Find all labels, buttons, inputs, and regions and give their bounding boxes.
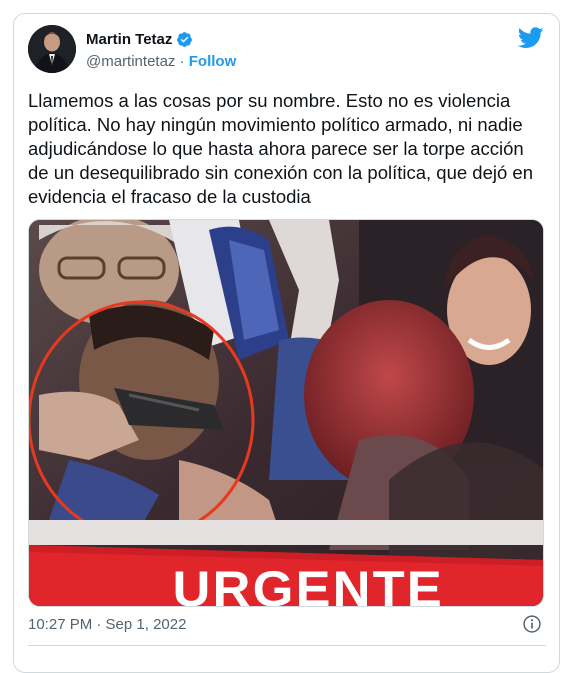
separator: · — [175, 53, 189, 70]
media-photo — [29, 220, 543, 606]
author-info: Martin Tetaz @martintetaz · Follow — [86, 29, 236, 73]
banner-text: URGENTE — [172, 561, 444, 607]
timestamp[interactable]: 10:27 PM · Sep 1, 2022 — [28, 616, 186, 633]
verified-badge-icon — [177, 31, 193, 47]
display-name[interactable]: Martin Tetaz — [86, 31, 172, 48]
avatar-image — [28, 25, 76, 73]
divider — [28, 645, 546, 646]
handle[interactable]: @martintetaz — [86, 53, 175, 70]
follow-button[interactable]: Follow — [189, 53, 237, 70]
avatar[interactable] — [28, 25, 76, 73]
twitter-bird-icon[interactable] — [518, 27, 544, 49]
info-icon[interactable] — [522, 614, 542, 634]
tweet-media[interactable]: URGENTE — [28, 219, 544, 607]
tweet-text: Llamemos a las cosas por su nombre. Esto… — [28, 90, 534, 207]
tweet-card: Martin Tetaz @martintetaz · Follow Llame… — [13, 13, 560, 673]
tweet-header: Martin Tetaz @martintetaz · Follow — [28, 25, 546, 75]
tweet-footer: 10:27 PM · Sep 1, 2022 — [28, 614, 548, 636]
handle-row: @martintetaz · Follow — [86, 53, 236, 73]
